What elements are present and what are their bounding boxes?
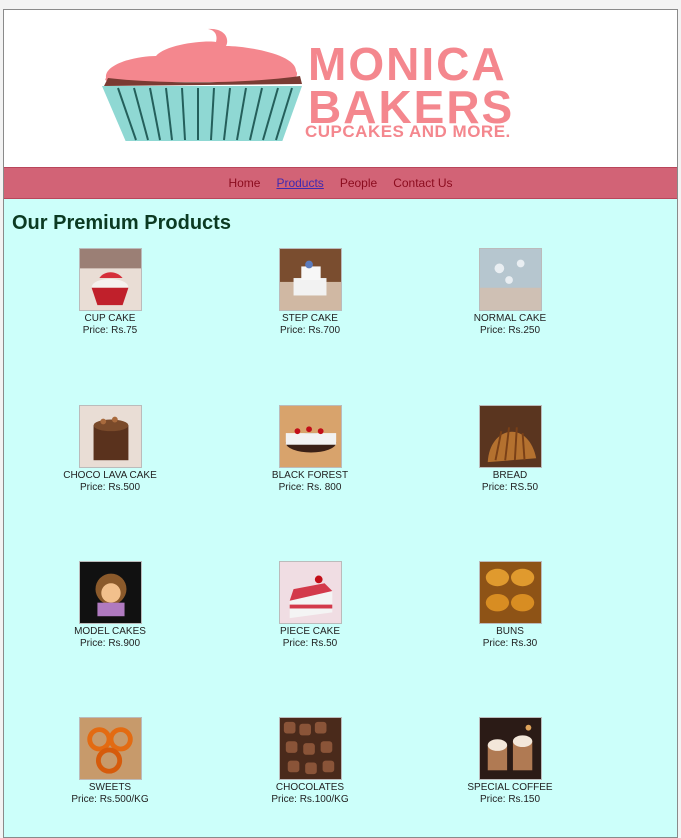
chocolates-image: [278, 717, 342, 780]
buns-image: [478, 561, 542, 624]
product-price: Price: Rs.500/KG: [71, 794, 149, 805]
sweets-image: [78, 717, 142, 780]
product-name: STEP CAKE: [282, 313, 338, 324]
choco-lava-cake-image: [78, 405, 142, 468]
product-price: Price: Rs.500: [79, 482, 141, 493]
product-card[interactable]: BREAD Price: RS.50: [410, 405, 610, 493]
browser-page: MONICA BAKERS CUPCAKES AND MORE. Home Pr…: [3, 9, 678, 838]
product-name: BREAD: [492, 470, 528, 481]
piece-cake-image: [278, 561, 342, 624]
product-price: Price: RS.50: [481, 482, 539, 493]
product-price: Price: Rs.700: [279, 325, 341, 336]
product-card[interactable]: BLACK FOREST Price: Rs. 800: [210, 405, 410, 493]
product-card[interactable]: SPECIAL COFFEE Price: Rs.150: [410, 717, 610, 805]
product-price: Price: Rs. 800: [278, 482, 342, 493]
product-grid: CUP CAKE Price: Rs.75 STEP CAKE Price: R…: [4, 10, 677, 837]
step-cake-image: [278, 248, 342, 311]
product-price: Price: Rs.150: [479, 794, 541, 805]
product-price: Price: Rs.30: [482, 638, 538, 649]
product-name: CUP CAKE: [84, 313, 136, 324]
product-card[interactable]: STEP CAKE Price: Rs.700: [210, 248, 410, 336]
product-card[interactable]: NORMAL CAKE Price: Rs.250: [410, 248, 610, 336]
product-price: Price: Rs.50: [282, 638, 338, 649]
product-card[interactable]: MODEL CAKES Price: Rs.900: [10, 561, 210, 649]
product-name: MODEL CAKES: [74, 626, 146, 637]
product-name: PIECE CAKE: [279, 626, 341, 637]
cupcake-image: [78, 248, 142, 311]
bread-image: [478, 405, 542, 468]
product-price: Price: Rs.900: [79, 638, 141, 649]
normal-cake-image: [478, 248, 542, 311]
product-price: Price: Rs.75: [82, 325, 138, 336]
product-card[interactable]: BUNS Price: Rs.30: [410, 561, 610, 649]
product-card[interactable]: CHOCOLATES Price: Rs.100/KG: [210, 717, 410, 805]
product-name: SWEETS: [88, 782, 132, 793]
product-card[interactable]: PIECE CAKE Price: Rs.50: [210, 561, 410, 649]
product-name: CHOCOLATES: [275, 782, 345, 793]
product-name: BLACK FOREST: [271, 470, 349, 481]
product-price: Price: Rs.250: [479, 325, 541, 336]
product-card[interactable]: SWEETS Price: Rs.500/KG: [10, 717, 210, 805]
product-card[interactable]: CHOCO LAVA CAKE Price: Rs.500: [10, 405, 210, 493]
product-name: CHOCO LAVA CAKE: [63, 470, 157, 481]
product-name: SPECIAL COFFEE: [467, 782, 553, 793]
special-coffee-image: [478, 717, 542, 780]
product-name: BUNS: [496, 626, 524, 637]
model-cake-image: [78, 561, 142, 624]
black-forest-image: [278, 405, 342, 468]
product-card[interactable]: CUP CAKE Price: Rs.75: [10, 248, 210, 336]
product-price: Price: Rs.100/KG: [271, 794, 349, 805]
product-name: NORMAL CAKE: [473, 313, 547, 324]
